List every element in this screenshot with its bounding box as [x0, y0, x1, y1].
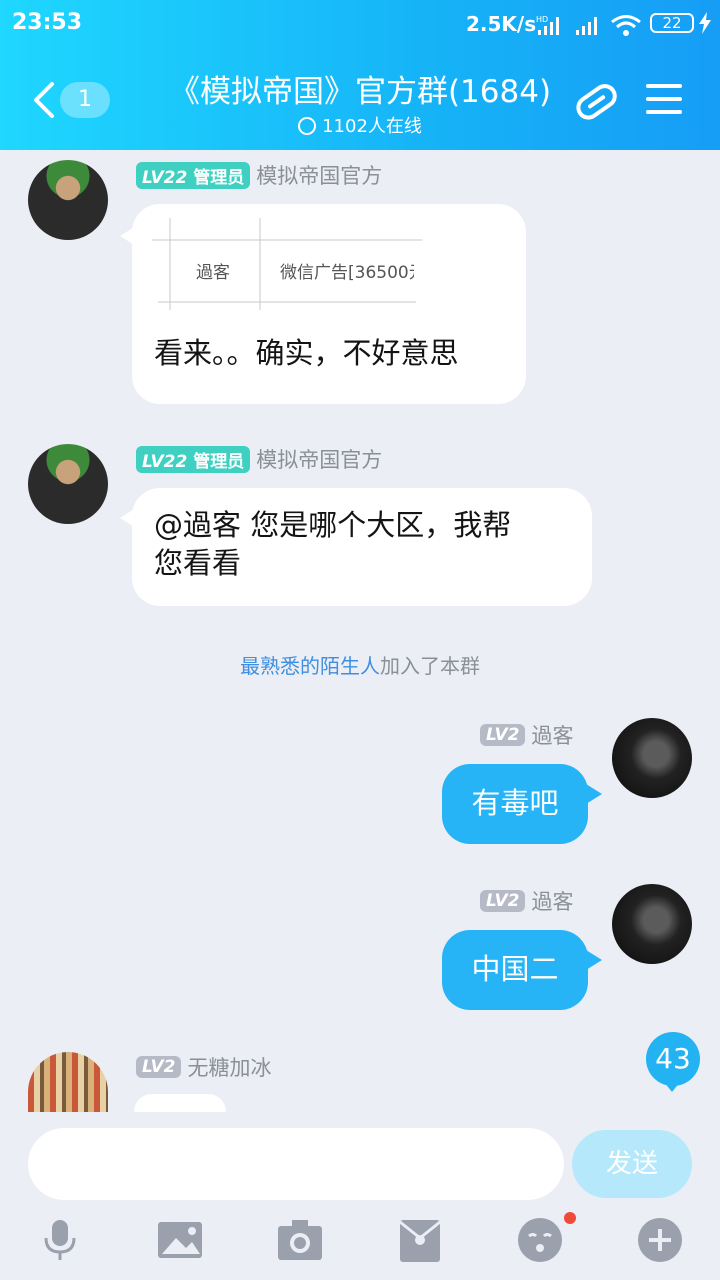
message-bubble[interactable] — [134, 1094, 226, 1112]
table-cell: 過客 — [196, 263, 230, 283]
status-time: 23:53 — [12, 10, 83, 35]
cell-signal-2-icon — [576, 17, 597, 35]
back-icon[interactable] — [30, 80, 58, 120]
message-sender: LV22 管理员 模拟帝国官方 — [136, 160, 382, 190]
sender-name: 无糖加冰 — [187, 1056, 272, 1080]
level-badge: LV2 — [480, 724, 526, 746]
level-badge: LV2 — [480, 890, 526, 912]
group-title: 《模拟帝国》官方群(1684) — [168, 74, 552, 110]
red-packet-icon[interactable] — [396, 1216, 444, 1264]
level-badge: LV2 — [136, 1056, 182, 1078]
avatar[interactable] — [28, 444, 108, 524]
message-sender: LV22 管理员 模拟帝国官方 — [136, 444, 382, 474]
emoji-icon[interactable] — [516, 1216, 564, 1264]
avatar[interactable] — [612, 718, 692, 798]
joined-user-link[interactable]: 最熟悉的陌生人 — [240, 654, 380, 678]
wifi-icon — [611, 15, 641, 36]
sender-name: 模拟帝国官方 — [256, 164, 383, 188]
message-sender: LV2 无糖加冰 — [136, 1052, 271, 1082]
message-text: @過客 您是哪个大区，我帮 — [154, 508, 512, 542]
message-bubble[interactable]: 有毒吧 — [442, 764, 588, 844]
message-text: 有毒吧 — [471, 786, 559, 820]
message-text: 看来。。确实，不好意思 — [154, 336, 459, 370]
camera-icon[interactable] — [276, 1216, 324, 1264]
message-sender: LV2 過客 — [480, 886, 573, 916]
cell-signal-icon: HD — [536, 15, 559, 35]
avatar[interactable] — [28, 160, 108, 240]
chat-header: 23:53 2.5K/s HD 22 1 《模拟帝国》官方群(1684) 110… — [0, 0, 720, 150]
sender-name: 模拟帝国官方 — [256, 448, 383, 472]
avatar[interactable] — [612, 884, 692, 964]
svg-text:HD: HD — [536, 15, 548, 24]
send-button[interactable]: 发送 — [572, 1130, 692, 1198]
charging-icon — [699, 12, 711, 34]
level-badge: LV22 管理员 — [136, 445, 251, 473]
system-notice: 最熟悉的陌生人加入了本群 — [0, 650, 720, 679]
image-icon[interactable] — [156, 1216, 204, 1264]
new-messages-badge[interactable]: 43 — [646, 1032, 700, 1086]
online-count: 1102人在线 — [260, 112, 460, 138]
group-link-icon[interactable] — [570, 78, 622, 124]
menu-icon[interactable] — [646, 84, 682, 114]
quoted-table-image[interactable]: 過客 微信广告[36500元 — [152, 218, 422, 310]
microphone-icon[interactable] — [36, 1216, 84, 1264]
message-bubble[interactable]: 中国二 — [442, 930, 588, 1010]
table-cell: 微信广告[36500元 — [280, 263, 422, 283]
network-speed: 2.5K/s — [466, 12, 537, 36]
plus-icon[interactable] — [636, 1216, 684, 1264]
system-text: 加入了本群 — [380, 654, 480, 678]
status-bar: 23:53 2.5K/s HD 22 — [0, 0, 720, 52]
message-sender: LV2 過客 — [480, 720, 573, 750]
message-text: 中国二 — [471, 952, 559, 986]
online-check-icon — [298, 117, 317, 135]
battery-indicator: 22 — [650, 13, 694, 33]
input-bar: 发送 — [0, 1112, 720, 1280]
unread-count-badge[interactable]: 1 — [60, 82, 110, 118]
message-input[interactable] — [28, 1128, 564, 1200]
sender-name: 過客 — [531, 890, 574, 914]
notification-dot — [564, 1212, 576, 1224]
online-count-text: 1102人在线 — [322, 116, 422, 137]
message-text: 您看看 — [154, 546, 242, 580]
level-badge: LV22 管理员 — [136, 161, 251, 189]
sender-name: 過客 — [531, 724, 574, 748]
avatar[interactable] — [28, 1052, 108, 1112]
message-bubble[interactable]: @過客 您是哪个大区，我帮 您看看 — [132, 488, 592, 606]
